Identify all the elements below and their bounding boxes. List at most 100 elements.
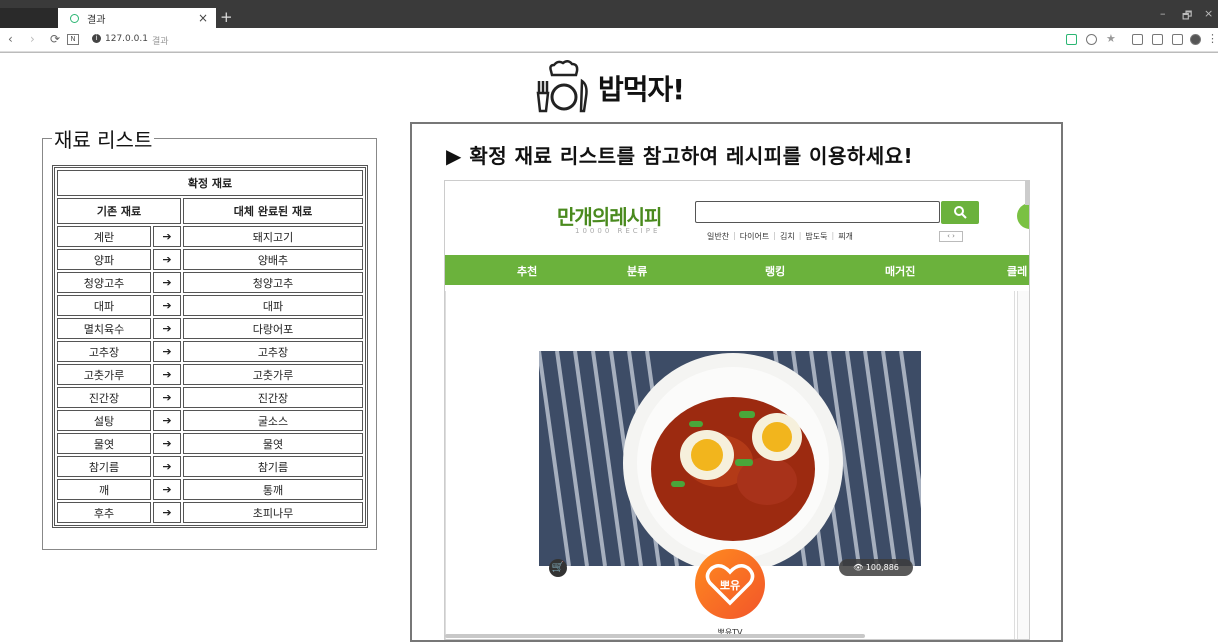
table-row: 고추장 ➔ 고추장 bbox=[57, 341, 363, 362]
back-icon[interactable]: ‹ bbox=[8, 32, 13, 46]
keyword-link[interactable]: 김치 bbox=[780, 231, 795, 242]
arrow-icon: ➔ bbox=[153, 479, 181, 500]
arrow-icon: ➔ bbox=[153, 226, 181, 247]
table-row: 청양고추 ➔ 청양고추 bbox=[57, 272, 363, 293]
logo-text: 밥먹자! bbox=[598, 73, 685, 106]
replaced-ingredient: 대파 bbox=[183, 295, 363, 316]
keyword-list: 일반찬 | 다이어트 | 김치 | 밥도둑 | 찌개 bbox=[707, 231, 853, 242]
materials-legend: 재료 리스트 bbox=[52, 124, 155, 153]
original-ingredient: 계란 bbox=[57, 226, 151, 247]
original-ingredient: 참기름 bbox=[57, 456, 151, 477]
recipe-site-frame[interactable]: 만개의레시피 10000 RECIPE 일반찬 | 다이어트 | 김치 | 밥도둑 | … bbox=[444, 180, 1030, 640]
n-icon[interactable]: N bbox=[67, 34, 79, 45]
recipe-heading: ▶ 확정 재료 리스트를 참고하여 레시피를 이용하세요! bbox=[446, 144, 914, 168]
original-ingredient: 청양고추 bbox=[57, 272, 151, 293]
confirmed-header: 확정 재료 bbox=[57, 170, 363, 196]
browser-tab-bar: 결과 × + – 🗗 × bbox=[0, 0, 1218, 28]
arrow-icon: ➔ bbox=[153, 410, 181, 431]
replaced-ingredient: 물엿 bbox=[183, 433, 363, 454]
search-icon bbox=[954, 206, 967, 219]
keyword-arrows[interactable]: ‹ › bbox=[939, 231, 963, 242]
close-window-button[interactable]: × bbox=[1204, 7, 1213, 20]
replaced-ingredient: 양배추 bbox=[183, 249, 363, 270]
nav-ranking[interactable]: 랭킹 bbox=[765, 263, 785, 279]
replaced-ingredient: 초피나무 bbox=[183, 502, 363, 523]
keyword-link[interactable]: 밥도둑 bbox=[805, 231, 827, 242]
replaced-ingredient: 굴소스 bbox=[183, 410, 363, 431]
replaced-ingredient: 다랑어포 bbox=[183, 318, 363, 339]
app-logo: 밥먹자! bbox=[532, 58, 685, 118]
site-search-button[interactable] bbox=[941, 201, 979, 224]
replaced-ingredient: 청양고추 bbox=[183, 272, 363, 293]
site-search-input[interactable] bbox=[695, 201, 940, 223]
nav-class[interactable]: 클레 bbox=[1007, 263, 1027, 279]
original-ingredient: 깨 bbox=[57, 479, 151, 500]
tab-favicon-icon bbox=[70, 13, 79, 23]
original-ingredient: 물엿 bbox=[57, 433, 151, 454]
replaced-ingredient: 돼지고기 bbox=[183, 226, 363, 247]
address-bar: ‹ › ⟳ N i 127.0.0.1 결과 ★ ⋮ bbox=[0, 28, 1218, 52]
table-row: 물엿 ➔ 물엿 bbox=[57, 433, 363, 454]
table-header-row: 기존 재료 대체 완료된 재료 bbox=[57, 198, 363, 224]
restore-button[interactable]: 🗗 bbox=[1182, 7, 1192, 26]
url-host: 127.0.0.1 bbox=[105, 34, 148, 44]
replaced-column-header: 대체 완료된 재료 bbox=[183, 198, 363, 224]
arrow-icon: ➔ bbox=[153, 502, 181, 523]
url-field[interactable]: i 127.0.0.1 결과 bbox=[92, 34, 169, 47]
original-ingredient: 멸치육수 bbox=[57, 318, 151, 339]
browser-tab[interactable]: 결과 × bbox=[58, 8, 216, 28]
cart-icon[interactable]: 🛒 bbox=[549, 559, 567, 577]
nav-category[interactable]: 분류 bbox=[627, 263, 647, 279]
reader-icon[interactable] bbox=[1152, 34, 1163, 45]
original-ingredient: 고추장 bbox=[57, 341, 151, 362]
frame-horizontal-scrollbar[interactable] bbox=[445, 634, 865, 638]
sidebar-icon[interactable] bbox=[1172, 34, 1183, 45]
tab-strip-left bbox=[0, 8, 58, 28]
recipe-photo[interactable] bbox=[539, 351, 921, 566]
arrow-icon: ➔ bbox=[153, 364, 181, 385]
replaced-ingredient: 통깨 bbox=[183, 479, 363, 500]
chef-hat-icon bbox=[536, 60, 588, 113]
keyword-link[interactable]: 찌개 bbox=[838, 231, 853, 242]
profile-icon[interactable] bbox=[1190, 34, 1201, 45]
replaced-ingredient: 참기름 bbox=[183, 456, 363, 477]
minimize-button[interactable]: – bbox=[1160, 7, 1166, 20]
pocket-icon[interactable] bbox=[1086, 34, 1097, 45]
site-logo-subtitle: 10000 RECIPE bbox=[575, 227, 661, 235]
new-tab-button[interactable]: + bbox=[220, 8, 233, 26]
frame-scrollbar[interactable] bbox=[1025, 181, 1029, 205]
info-icon[interactable]: i bbox=[92, 34, 101, 43]
nav-magazine[interactable]: 매거진 bbox=[885, 263, 915, 279]
table-row: 깨 ➔ 통깨 bbox=[57, 479, 363, 500]
menu-icon[interactable]: ⋮ bbox=[1207, 32, 1218, 45]
tab-title: 결과 bbox=[87, 14, 106, 26]
keyword-link[interactable]: 일반찬 bbox=[707, 231, 729, 242]
nav-recommend[interactable]: 추천 bbox=[517, 263, 537, 279]
reload-icon[interactable]: ⟳ bbox=[50, 32, 60, 46]
extension-icon[interactable] bbox=[1066, 34, 1077, 45]
table-row: 고춧가루 ➔ 고춧가루 bbox=[57, 364, 363, 385]
site-logo[interactable]: 만개의레시피 bbox=[557, 201, 662, 230]
arrow-icon: ➔ bbox=[153, 433, 181, 454]
keyword-link[interactable]: 다이어트 bbox=[740, 231, 769, 242]
table-row: 후추 ➔ 초피나무 bbox=[57, 502, 363, 523]
url-path: 결과 bbox=[151, 37, 169, 47]
original-ingredient: 고춧가루 bbox=[57, 364, 151, 385]
user-icon[interactable] bbox=[1017, 203, 1029, 229]
original-ingredient: 대파 bbox=[57, 295, 151, 316]
table-header-row: 확정 재료 bbox=[57, 170, 363, 196]
replaced-ingredient: 고추장 bbox=[183, 341, 363, 362]
tab-close-icon[interactable]: × bbox=[198, 11, 208, 25]
forward-icon[interactable]: › bbox=[30, 32, 35, 46]
table-row: 계란 ➔ 돼지고기 bbox=[57, 226, 363, 247]
camera-icon[interactable] bbox=[1132, 34, 1143, 45]
replaced-ingredient: 고춧가루 bbox=[183, 364, 363, 385]
table-row: 대파 ➔ 대파 bbox=[57, 295, 363, 316]
replaced-ingredient: 진간장 bbox=[183, 387, 363, 408]
star-icon[interactable]: ★ bbox=[1106, 33, 1117, 45]
side-strip bbox=[1017, 291, 1029, 639]
original-column-header: 기존 재료 bbox=[57, 198, 181, 224]
arrow-icon: ➔ bbox=[153, 272, 181, 293]
arrow-icon: ➔ bbox=[153, 341, 181, 362]
table-row: 진간장 ➔ 진간장 bbox=[57, 387, 363, 408]
